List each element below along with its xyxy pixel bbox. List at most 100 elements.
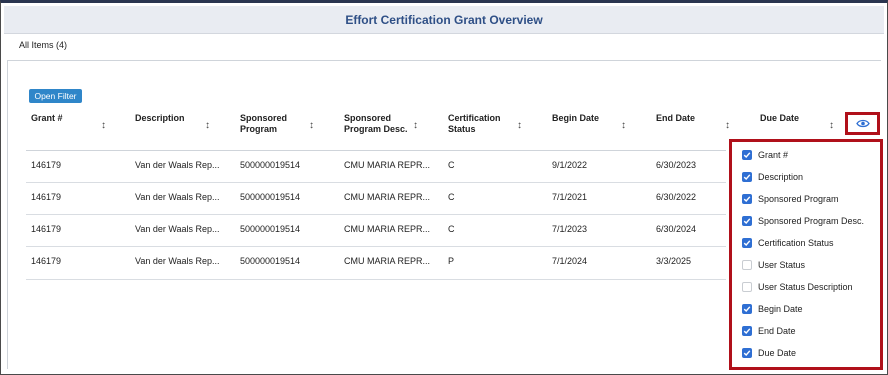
- column-option-label: Certification Status: [758, 238, 834, 248]
- column-header-description[interactable]: Description: [135, 113, 185, 124]
- sort-icon[interactable]: ↕: [725, 121, 730, 131]
- header-label: Certification: [448, 113, 501, 123]
- column-header-due-date[interactable]: Due Date: [760, 113, 799, 124]
- check-icon: [743, 328, 751, 335]
- column-option-label: End Date: [758, 326, 796, 336]
- column-option-due-date[interactable]: Due Date: [742, 347, 796, 359]
- cell-certification-status: P: [448, 256, 455, 266]
- header-label: Sponsored: [240, 113, 288, 123]
- check-icon: [743, 240, 751, 247]
- column-option-begin-date[interactable]: Begin Date: [742, 303, 803, 315]
- cell-begin-date: 9/1/2022: [552, 160, 588, 170]
- open-filter-button[interactable]: Open Filter: [29, 89, 82, 103]
- column-visibility-button[interactable]: [845, 112, 880, 135]
- checkbox-checked[interactable]: [742, 150, 752, 160]
- column-option-label: Begin Date: [758, 304, 803, 314]
- column-option-end-date[interactable]: End Date: [742, 325, 796, 337]
- column-chooser-menu: Grant # Description Sponsored Program Sp…: [729, 139, 883, 370]
- list-view-label[interactable]: All Items (4): [19, 40, 67, 50]
- row-divider: [26, 279, 726, 280]
- cell-end-date: 6/30/2024: [656, 224, 697, 234]
- cell-begin-date: 7/1/2024: [552, 256, 588, 266]
- check-icon: [743, 218, 751, 225]
- column-option-label: Sponsored Program: [758, 194, 839, 204]
- sort-icon[interactable]: ↕: [309, 121, 314, 131]
- column-header-begin-date[interactable]: Begin Date: [552, 113, 599, 124]
- cell-sponsored-program: 500000019514: [240, 224, 301, 234]
- cell-description: Van der Waals Rep...: [135, 224, 220, 234]
- header-label: End Date: [656, 113, 696, 123]
- column-option-user-status[interactable]: User Status: [742, 259, 805, 271]
- checkbox-unchecked[interactable]: [742, 260, 752, 270]
- sort-icon[interactable]: ↕: [621, 121, 626, 131]
- cell-sponsored-program-desc: CMU MARIA REPR...: [344, 256, 431, 266]
- column-header-end-date[interactable]: End Date: [656, 113, 695, 124]
- cell-grant: 146179: [31, 256, 62, 266]
- column-option-label: Sponsored Program Desc.: [758, 216, 865, 226]
- check-icon: [743, 152, 751, 159]
- header-label: Program: [240, 124, 278, 134]
- cell-description: Van der Waals Rep...: [135, 256, 220, 266]
- row-divider: [26, 182, 726, 183]
- eye-icon: [855, 119, 870, 128]
- cell-begin-date: 7/1/2023: [552, 224, 588, 234]
- column-option-description[interactable]: Description: [742, 171, 803, 183]
- column-header-sponsored-program[interactable]: Sponsored Program: [240, 113, 287, 135]
- check-icon: [743, 350, 751, 357]
- column-option-user-status-description[interactable]: User Status Description: [742, 281, 853, 293]
- checkbox-checked[interactable]: [742, 348, 752, 358]
- row-divider: [26, 214, 726, 215]
- cell-sponsored-program: 500000019514: [240, 160, 301, 170]
- column-option-sponsored-program-desc[interactable]: Sponsored Program Desc.: [742, 215, 864, 227]
- column-option-grant[interactable]: Grant #: [742, 149, 788, 161]
- header-label: Program Desc.: [344, 124, 408, 134]
- column-header-sponsored-program-desc[interactable]: Sponsored Program Desc.: [344, 113, 408, 135]
- column-option-label: User Status: [758, 260, 806, 270]
- sort-icon[interactable]: ↕: [205, 121, 210, 131]
- cell-certification-status: C: [448, 160, 455, 170]
- cell-sponsored-program-desc: CMU MARIA REPR...: [344, 192, 431, 202]
- check-icon: [743, 196, 751, 203]
- row-divider: [26, 246, 726, 247]
- cell-grant: 146179: [31, 224, 62, 234]
- cell-sponsored-program-desc: CMU MARIA REPR...: [344, 160, 431, 170]
- page-title: Effort Certification Grant Overview: [345, 12, 543, 27]
- cell-description: Van der Waals Rep...: [135, 192, 220, 202]
- header-label: Due Date: [760, 113, 800, 123]
- sort-icon[interactable]: ↕: [413, 121, 418, 131]
- column-header-certification-status[interactable]: Certification Status: [448, 113, 501, 135]
- column-option-sponsored-program[interactable]: Sponsored Program: [742, 193, 839, 205]
- header-label: Begin Date: [552, 113, 600, 123]
- cell-sponsored-program: 500000019514: [240, 192, 301, 202]
- column-option-label: Grant #: [758, 150, 789, 160]
- column-option-label: Description: [758, 172, 804, 182]
- checkbox-checked[interactable]: [742, 172, 752, 182]
- cell-grant: 146179: [31, 192, 62, 202]
- cell-certification-status: C: [448, 224, 455, 234]
- checkbox-checked[interactable]: [742, 304, 752, 314]
- header-divider: [26, 150, 726, 151]
- cell-begin-date: 7/1/2021: [552, 192, 588, 202]
- checkbox-checked[interactable]: [742, 238, 752, 248]
- cell-end-date: 6/30/2022: [656, 192, 697, 202]
- checkbox-checked[interactable]: [742, 216, 752, 226]
- header-label: Description: [135, 113, 185, 123]
- sort-icon[interactable]: ↕: [517, 121, 522, 131]
- sort-icon[interactable]: ↕: [101, 121, 106, 131]
- column-option-certification-status[interactable]: Certification Status: [742, 237, 834, 249]
- header-label: Status: [448, 124, 476, 134]
- cell-sponsored-program-desc: CMU MARIA REPR...: [344, 224, 431, 234]
- checkbox-checked[interactable]: [742, 326, 752, 336]
- header-label: Sponsored: [344, 113, 392, 123]
- cell-end-date: 3/3/2025: [656, 256, 692, 266]
- check-icon: [743, 306, 751, 313]
- column-option-label: Due Date: [758, 348, 797, 358]
- check-icon: [743, 174, 751, 181]
- cell-certification-status: C: [448, 192, 455, 202]
- header-label: Grant #: [31, 113, 63, 123]
- checkbox-unchecked[interactable]: [742, 282, 752, 292]
- checkbox-checked[interactable]: [742, 194, 752, 204]
- column-header-grant[interactable]: Grant #: [31, 113, 63, 124]
- sort-icon[interactable]: ↕: [829, 121, 834, 131]
- title-bar: Effort Certification Grant Overview: [4, 6, 884, 34]
